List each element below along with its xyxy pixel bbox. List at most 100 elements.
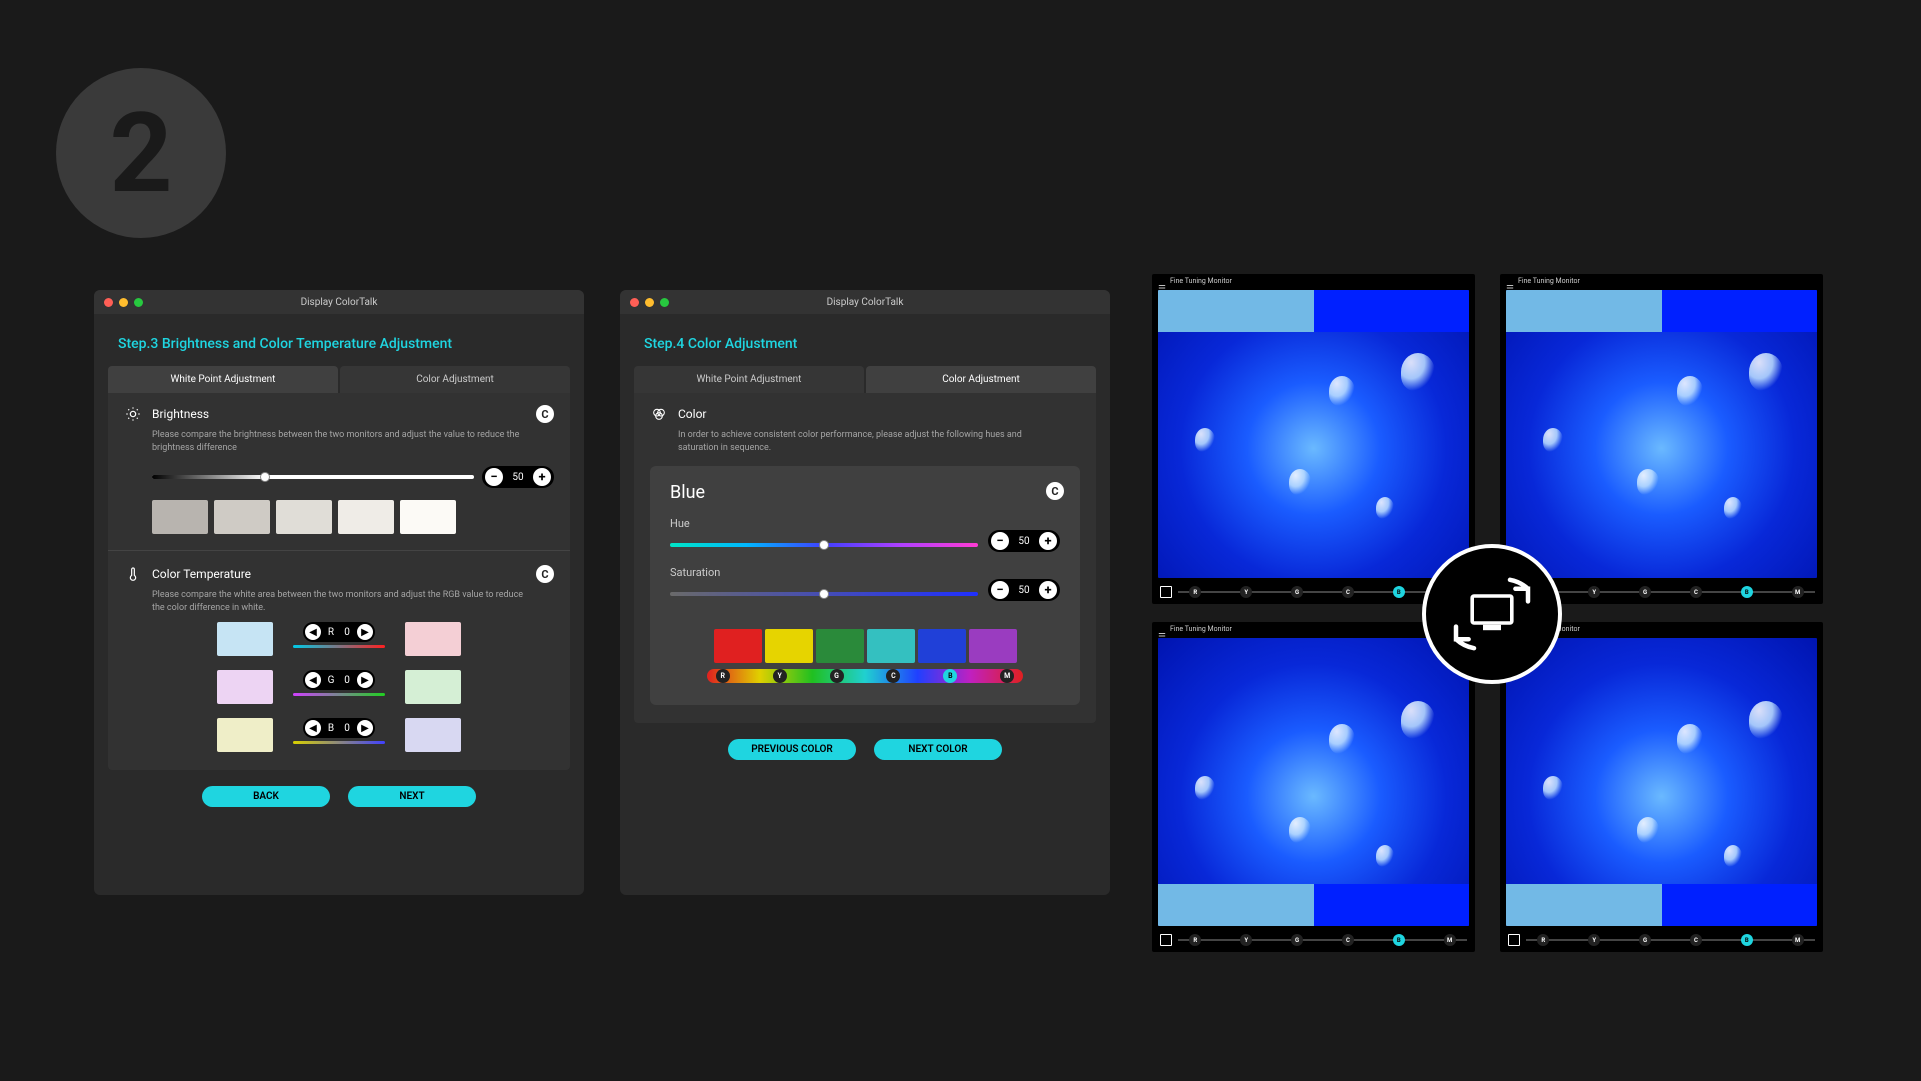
fullscreen-icon[interactable] <box>1508 934 1520 946</box>
spectrum-bar[interactable]: RYGCBM <box>707 669 1023 683</box>
tab-color-adjustment[interactable]: Color Adjustment <box>340 366 570 393</box>
brightness-swatch[interactable] <box>338 500 394 534</box>
window-title: Display ColorTalk <box>94 297 584 308</box>
rgb-channel-g: ◀ G 0 ▶ <box>291 670 387 704</box>
spectrum-marker-m[interactable]: M <box>1000 669 1014 683</box>
preview-spectrum-y[interactable]: Y <box>1240 934 1252 946</box>
color-wheel-icon <box>650 405 668 423</box>
sat-plus-button[interactable]: + <box>1039 581 1057 599</box>
preview-spectrum[interactable]: RYGCBM <box>1526 939 1815 941</box>
hue-swatch[interactable] <box>969 629 1017 663</box>
previous-color-button[interactable]: PREVIOUS COLOR <box>728 739 856 760</box>
sat-minus-button[interactable]: − <box>991 581 1009 599</box>
preview-title: Fine Tuning Monitor <box>1518 277 1580 285</box>
preview-spectrum-y[interactable]: Y <box>1588 586 1600 598</box>
preview-footer: RYGCBM <box>1152 928 1475 952</box>
preview-spectrum-r[interactable]: R <box>1189 586 1201 598</box>
rgb-inc-button[interactable]: ▶ <box>357 624 373 640</box>
preview-footer: RYGCBM <box>1500 928 1823 952</box>
spectrum-marker-g[interactable]: G <box>830 669 844 683</box>
rgb-dec-button[interactable]: ◀ <box>305 720 321 736</box>
hue-swatch[interactable] <box>765 629 813 663</box>
tab-whitepoint[interactable]: White Point Adjustment <box>108 366 338 393</box>
brightness-reset-button[interactable]: C <box>536 405 554 423</box>
rgb-dec-button[interactable]: ◀ <box>305 624 321 640</box>
next-color-button[interactable]: NEXT COLOR <box>874 739 1002 760</box>
hue-slider[interactable] <box>670 543 978 547</box>
color-section-title: Color <box>678 407 706 421</box>
spectrum-marker-r[interactable]: R <box>716 669 730 683</box>
rgb-dec-button[interactable]: ◀ <box>305 672 321 688</box>
hue-minus-button[interactable]: − <box>991 532 1009 550</box>
preview-spectrum-g[interactable]: G <box>1639 934 1651 946</box>
rgb-channel-b: ◀ B 0 ▶ <box>291 718 387 752</box>
preview-spectrum-b[interactable]: B <box>1741 934 1753 946</box>
rgb-gradient-bar <box>293 741 385 744</box>
brightness-minus-button[interactable]: − <box>485 468 503 486</box>
saturation-slider[interactable] <box>670 592 978 596</box>
rgb-grid: ◀ R 0 ▶ ◀ G 0 ▶ ◀ B 0 ▶ <box>124 622 554 752</box>
rgb-pill: ◀ G 0 ▶ <box>303 670 375 690</box>
preview-spectrum-g[interactable]: G <box>1291 586 1303 598</box>
rgb-swatch-left <box>217 718 273 752</box>
brightness-plus-button[interactable]: + <box>533 468 551 486</box>
preview-spectrum-b[interactable]: B <box>1741 586 1753 598</box>
hue-plus-button[interactable]: + <box>1039 532 1057 550</box>
fullscreen-icon[interactable] <box>1160 934 1172 946</box>
rgb-inc-button[interactable]: ▶ <box>357 720 373 736</box>
brightness-swatch[interactable] <box>152 500 208 534</box>
rgb-gradient-bar <box>293 645 385 648</box>
preview-spectrum-b[interactable]: B <box>1393 586 1405 598</box>
preview-panel-2: Fine Tuning Monitor RYGCBM <box>1500 274 1823 604</box>
preview-spectrum[interactable]: RYGCBM <box>1526 591 1815 593</box>
spectrum-marker-y[interactable]: Y <box>773 669 787 683</box>
spectrum-marker-c[interactable]: C <box>886 669 900 683</box>
preview-spectrum-m[interactable]: M <box>1792 586 1804 598</box>
tab-whitepoint[interactable]: White Point Adjustment <box>634 366 864 393</box>
preview-spectrum-c[interactable]: C <box>1342 586 1354 598</box>
preview-spectrum-c[interactable]: C <box>1690 586 1702 598</box>
brightness-swatch[interactable] <box>214 500 270 534</box>
hue-swatch[interactable] <box>918 629 966 663</box>
brightness-slider[interactable] <box>152 475 474 479</box>
tab-color-adjustment[interactable]: Color Adjustment <box>866 366 1096 393</box>
preview-spectrum-c[interactable]: C <box>1342 934 1354 946</box>
rgb-pill: ◀ R 0 ▶ <box>303 622 375 642</box>
preview-spectrum-m[interactable]: M <box>1444 934 1456 946</box>
preview-spectrum-g[interactable]: G <box>1291 934 1303 946</box>
preview-spectrum-y[interactable]: Y <box>1240 586 1252 598</box>
preview-spectrum[interactable]: RYGCBM <box>1178 939 1467 941</box>
rgb-channel-r: ◀ R 0 ▶ <box>291 622 387 656</box>
preview-spectrum-b[interactable]: B <box>1393 934 1405 946</box>
spectrum-marker-b[interactable]: B <box>943 669 957 683</box>
preview-header: Fine Tuning Monitor <box>1152 274 1475 288</box>
preview-spectrum-r[interactable]: R <box>1537 934 1549 946</box>
brightness-swatch[interactable] <box>276 500 332 534</box>
brightness-temp-window: Display ColorTalk Step.3 Brightness and … <box>94 290 584 895</box>
preview-spectrum-y[interactable]: Y <box>1588 934 1600 946</box>
color-reset-button[interactable]: C <box>1046 482 1064 500</box>
fullscreen-icon[interactable] <box>1160 586 1172 598</box>
title-bar: Display ColorTalk <box>620 290 1110 314</box>
preview-spectrum-c[interactable]: C <box>1690 934 1702 946</box>
preview-spectrum[interactable]: RYGCBM <box>1178 591 1467 593</box>
preview-cluster: Fine Tuning Monitor RYGCBM Fine Tuning M… <box>1152 274 1832 954</box>
next-button[interactable]: NEXT <box>348 786 476 807</box>
hue-swatch[interactable] <box>714 629 762 663</box>
back-button[interactable]: BACK <box>202 786 330 807</box>
brightness-icon <box>124 405 142 423</box>
preview-spectrum-g[interactable]: G <box>1639 586 1651 598</box>
preview-spectrum-r[interactable]: R <box>1189 934 1201 946</box>
step-number: 2 <box>109 89 172 218</box>
color-temp-reset-button[interactable]: C <box>536 565 554 583</box>
preview-spectrum-m[interactable]: M <box>1792 934 1804 946</box>
step-number-badge: 2 <box>56 68 226 238</box>
color-panel: Color In order to achieve consistent col… <box>634 393 1096 723</box>
hue-swatch[interactable] <box>867 629 915 663</box>
hue-swatch[interactable] <box>816 629 864 663</box>
title-bar: Display ColorTalk <box>94 290 584 314</box>
rgb-swatch-right <box>405 670 461 704</box>
sat-label: Saturation <box>670 566 1060 579</box>
brightness-swatch[interactable] <box>400 500 456 534</box>
rgb-inc-button[interactable]: ▶ <box>357 672 373 688</box>
